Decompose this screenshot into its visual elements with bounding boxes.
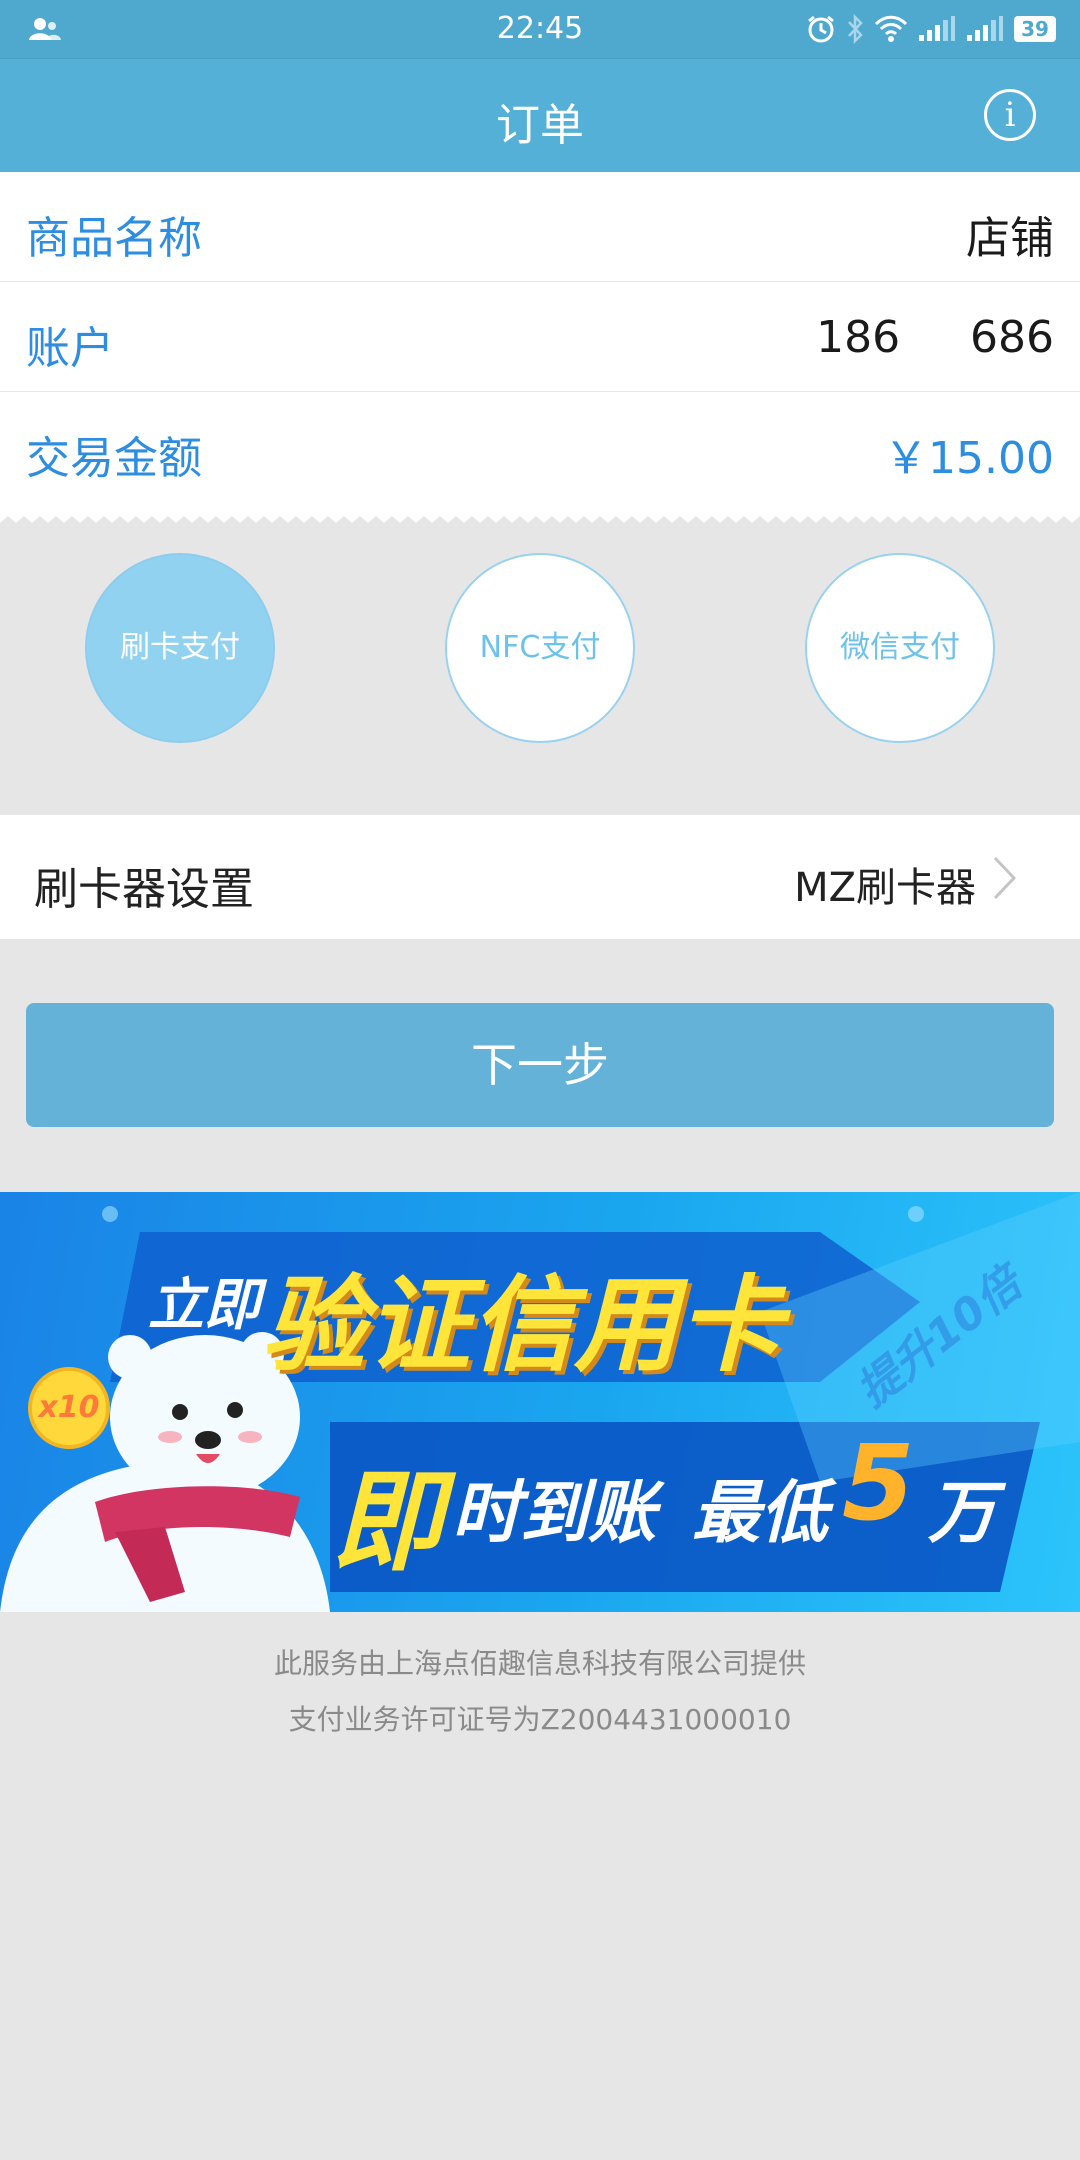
- footer-company: 此服务由上海点佰趣信息科技有限公司提供: [273, 1647, 806, 1680]
- banner-text-unit: 万: [928, 1474, 997, 1553]
- bluetooth-icon: [848, 14, 863, 44]
- order-row-amount: 交易金额 ￥15.00: [0, 392, 1080, 502]
- amount-value: ￥15.00: [884, 433, 1054, 484]
- title-bar: 订单 i: [0, 58, 1080, 172]
- card-reader-setting[interactable]: 刷卡器设置 MZ刷卡器: [0, 815, 1080, 939]
- status-bar: 22:45 39: [0, 0, 1080, 58]
- banner-text-instant: 时到账: [452, 1474, 657, 1553]
- product-name-label: 商品名称: [26, 213, 202, 264]
- order-card: 商品名称 店铺 账户 186 686 交易金额 ￥15.00: [0, 172, 1080, 510]
- nfc-payment-button[interactable]: NFC支付: [445, 553, 635, 743]
- account-label: 账户: [26, 323, 114, 374]
- chevron-right-icon: [993, 856, 1017, 900]
- signal-icon: [919, 16, 955, 41]
- info-icon[interactable]: i: [984, 89, 1036, 141]
- account-value: 186 686: [816, 312, 1054, 363]
- wechat-payment-button[interactable]: 微信支付: [805, 553, 995, 743]
- page-title: 订单: [496, 100, 584, 151]
- card-swipe-payment-button[interactable]: 刷卡支付: [85, 553, 275, 743]
- footer-license: 支付业务许可证号为Z2004431000010: [288, 1703, 792, 1736]
- banner-text-prefix: 立即: [148, 1273, 260, 1338]
- alarm-icon: [808, 15, 834, 43]
- battery-icon: 39: [1014, 16, 1056, 42]
- coin-badge: x10: [28, 1367, 110, 1449]
- order-row-product: 商品名称 店铺: [0, 172, 1080, 282]
- product-name-value: 店铺: [966, 213, 1054, 264]
- next-step-button[interactable]: 下一步: [26, 1003, 1054, 1127]
- signal-icon: [967, 16, 1003, 41]
- receipt-edge: [0, 510, 1080, 523]
- banner-headline: 验证信用卡: [262, 1264, 783, 1386]
- banner-text-min: 最低: [692, 1474, 829, 1553]
- banner-text-number: 5: [842, 1422, 915, 1544]
- wifi-icon: [874, 15, 908, 42]
- order-row-account: 账户 186 686: [0, 282, 1080, 392]
- promo-banner[interactable]: x10 立即 验证信用卡 即 时到账 最低 5 万 提升10倍: [0, 1192, 1080, 1612]
- amount-label: 交易金额: [26, 433, 202, 484]
- banner-text-ji: 即: [332, 1458, 442, 1586]
- card-reader-label: 刷卡器设置: [34, 864, 254, 915]
- card-reader-value: MZ刷卡器: [794, 865, 976, 911]
